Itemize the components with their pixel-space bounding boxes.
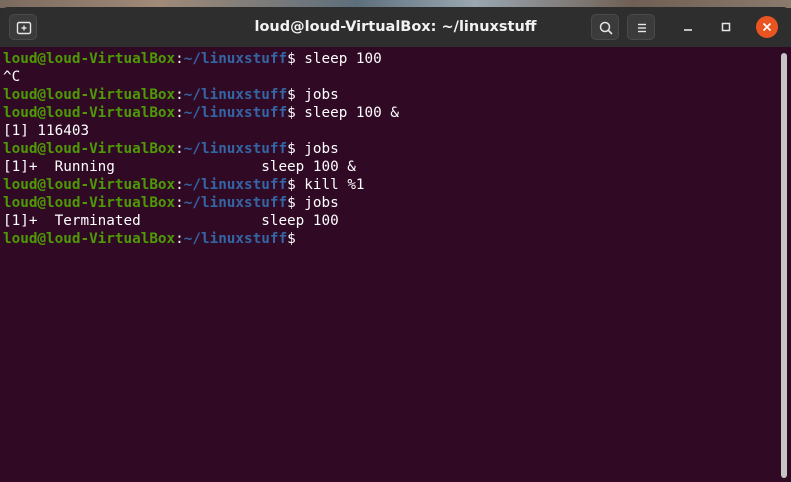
maximize-button[interactable] — [715, 16, 737, 38]
window-title: loud@loud-VirtualBox: ~/linuxstuff — [254, 19, 537, 35]
command-text: $ sleep 100 — [287, 51, 382, 67]
terminal-lines: loud@loud-VirtualBox:~/linuxstuff$ sleep… — [3, 50, 399, 248]
prompt-path: ~/linuxstuff — [183, 51, 288, 67]
command-text: $ jobs — [287, 87, 339, 103]
prompt-user: loud@loud-VirtualBox — [3, 141, 176, 157]
output-line: [1]+ Terminated sleep 100 — [3, 213, 339, 229]
command-text: $ kill %1 — [287, 177, 365, 193]
prompt-path: ~/linuxstuff — [183, 87, 288, 103]
terminal-output-area[interactable]: loud@loud-VirtualBox:~/linuxstuff$ sleep… — [0, 47, 791, 482]
prompt-line: loud@loud-VirtualBox:~/linuxstuff$ sleep… — [3, 104, 399, 122]
close-button[interactable] — [756, 16, 778, 38]
output-line: [1]+ Running sleep 100 & — [3, 159, 356, 175]
prompt-user: loud@loud-VirtualBox — [3, 87, 176, 103]
prompt-user: loud@loud-VirtualBox — [3, 105, 176, 121]
prompt-line: loud@loud-VirtualBox:~/linuxstuff$ — [3, 230, 399, 248]
new-tab-icon — [16, 21, 32, 35]
command-text: $ jobs — [287, 195, 339, 211]
prompt-user: loud@loud-VirtualBox — [3, 177, 176, 193]
output-line: ^C — [3, 69, 21, 85]
maximize-icon — [721, 22, 731, 32]
new-tab-button[interactable] — [9, 14, 37, 40]
title-bar[interactable]: loud@loud-VirtualBox: ~/linuxstuff — [0, 7, 791, 47]
prompt-user: loud@loud-VirtualBox — [3, 51, 176, 67]
search-icon — [599, 21, 613, 35]
prompt-separator: : — [175, 231, 184, 247]
search-button[interactable] — [591, 14, 619, 40]
prompt-separator: : — [175, 195, 184, 211]
prompt-line: loud@loud-VirtualBox:~/linuxstuff$ sleep… — [3, 50, 399, 68]
prompt-path: ~/linuxstuff — [183, 195, 288, 211]
terminal-window: loud@loud-VirtualBox: ~/linuxstuff loud@… — [0, 0, 791, 482]
close-icon — [762, 22, 772, 32]
command-text: $ jobs — [287, 141, 339, 157]
prompt-user: loud@loud-VirtualBox — [3, 231, 176, 247]
menu-button[interactable] — [627, 14, 655, 40]
prompt-line: loud@loud-VirtualBox:~/linuxstuff$ jobs — [3, 194, 399, 212]
command-text: $ sleep 100 & — [287, 105, 399, 121]
prompt-path: ~/linuxstuff — [183, 105, 288, 121]
output-line: [1] 116403 — [3, 123, 90, 139]
command-text: $ — [287, 231, 296, 247]
prompt-separator: : — [175, 87, 184, 103]
prompt-path: ~/linuxstuff — [183, 141, 288, 157]
minimize-button[interactable] — [677, 16, 699, 38]
terminal-scrollbar[interactable] — [781, 53, 787, 478]
hamburger-menu-icon — [638, 23, 646, 33]
prompt-user: loud@loud-VirtualBox — [3, 195, 176, 211]
prompt-path: ~/linuxstuff — [183, 231, 288, 247]
prompt-line: loud@loud-VirtualBox:~/linuxstuff$ jobs — [3, 140, 399, 158]
prompt-line: loud@loud-VirtualBox:~/linuxstuff$ jobs — [3, 86, 399, 104]
prompt-line: loud@loud-VirtualBox:~/linuxstuff$ kill … — [3, 176, 399, 194]
prompt-separator: : — [175, 177, 184, 193]
minimize-icon — [684, 29, 692, 31]
prompt-path: ~/linuxstuff — [183, 177, 288, 193]
prompt-separator: : — [175, 105, 184, 121]
prompt-separator: : — [175, 51, 184, 67]
prompt-separator: : — [175, 141, 184, 157]
